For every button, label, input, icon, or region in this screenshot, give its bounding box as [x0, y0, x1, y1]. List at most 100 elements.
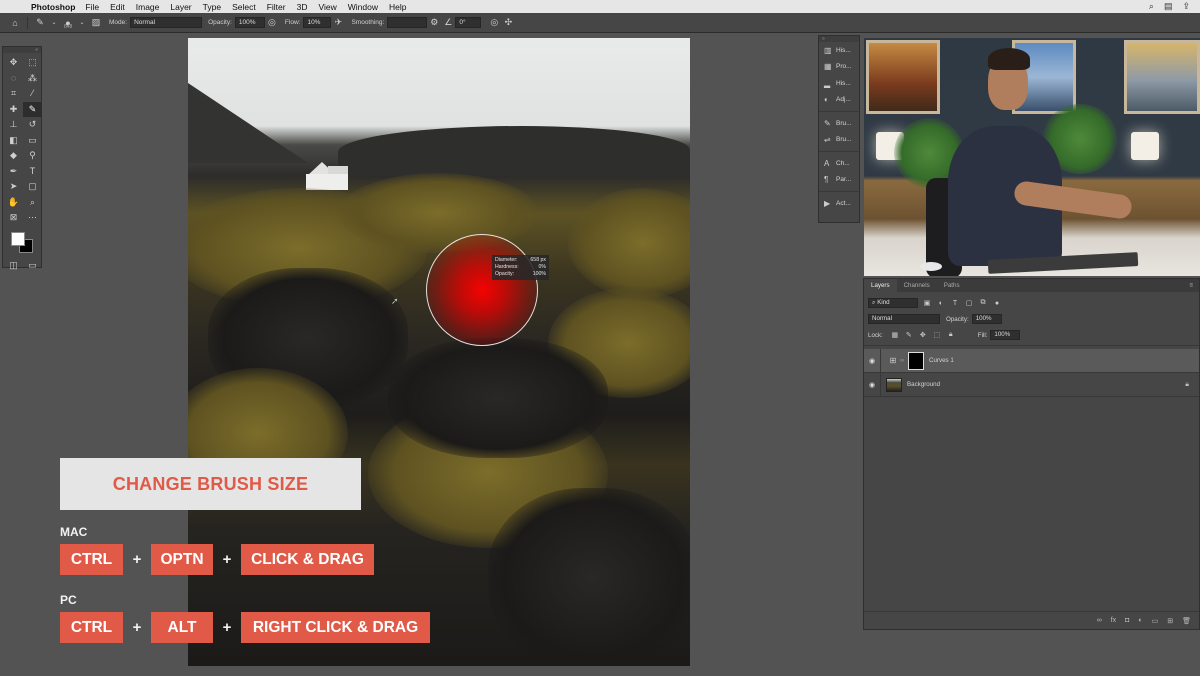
- flow-field[interactable]: 10%: [303, 17, 332, 28]
- menu-layer[interactable]: Layer: [170, 2, 191, 12]
- lock-position-icon[interactable]: ✥: [918, 331, 928, 339]
- share-icon[interactable]: ⇪: [1182, 1, 1190, 12]
- panel-paragraph[interactable]: ¶ Par...: [819, 172, 859, 189]
- dodge-tool-icon[interactable]: ⚲: [23, 148, 42, 164]
- layer-mask-thumbnail[interactable]: [908, 351, 924, 370]
- eraser-tool-icon[interactable]: ◧: [4, 133, 23, 149]
- hand-tool-icon[interactable]: ✋: [4, 195, 23, 211]
- pen-tool-icon[interactable]: ✒: [4, 164, 23, 180]
- foreground-color-swatch[interactable]: [11, 231, 25, 246]
- crop-tool-icon[interactable]: ⌗: [4, 86, 23, 102]
- eyedropper-tool-icon[interactable]: ⁄: [23, 86, 42, 102]
- panel-label: Bru...: [836, 119, 852, 127]
- trash-icon[interactable]: 🗑︎: [1182, 617, 1191, 625]
- menu-image[interactable]: Image: [136, 2, 160, 12]
- add-mask-icon[interactable]: ◘: [1125, 617, 1129, 624]
- layer-row-curves[interactable]: ◉ ⊞ ∞ Curves 1: [864, 348, 1199, 373]
- filter-adjustment-icon[interactable]: ◐: [936, 300, 946, 307]
- eye-icon[interactable]: ◉: [864, 357, 880, 365]
- lasso-tool-icon[interactable]: ◌: [4, 71, 23, 87]
- lock-artboard-icon[interactable]: ⬚: [932, 331, 942, 339]
- panel-histogram[interactable]: ▂ His...: [819, 75, 859, 92]
- menu-3d[interactable]: 3D: [297, 2, 308, 12]
- airbrush-icon[interactable]: ✈: [331, 17, 345, 28]
- layer-row-background[interactable]: ◉ Background 🔒︎: [864, 372, 1199, 397]
- menu-window[interactable]: Window: [348, 2, 378, 12]
- mode-select[interactable]: Normal: [130, 17, 203, 28]
- marquee-tool-icon[interactable]: ⬚: [23, 55, 42, 71]
- healing-brush-tool-icon[interactable]: ✚: [4, 102, 23, 118]
- new-layer-icon[interactable]: ⊞: [1167, 617, 1173, 625]
- zoom-tool-icon[interactable]: ⌕: [23, 195, 42, 211]
- blend-mode-select[interactable]: Normal: [868, 314, 940, 324]
- search-icon[interactable]: ⌕: [1149, 1, 1154, 12]
- gradient-tool-icon[interactable]: ▭: [23, 133, 42, 149]
- lock-all-icon[interactable]: 🔒︎: [946, 331, 956, 339]
- link-icon[interactable]: ∞: [900, 358, 908, 364]
- brush-preset-chevron-icon[interactable]: ⌄: [75, 19, 89, 26]
- filter-kind-select[interactable]: ⌕ Kind: [868, 298, 918, 308]
- panel-actions[interactable]: ▶ Act...: [819, 195, 859, 212]
- filter-smart-icon[interactable]: ⧉: [978, 299, 988, 307]
- smoothing-field[interactable]: [387, 17, 428, 28]
- filter-toggle-icon[interactable]: ●: [992, 300, 1002, 307]
- panel-character[interactable]: A Ch...: [819, 155, 859, 172]
- move-tool-icon[interactable]: ✥: [4, 55, 23, 71]
- app-menu[interactable]: Photoshop: [31, 2, 75, 12]
- link-layers-icon[interactable]: ∞: [1097, 617, 1102, 624]
- layer-opacity-field[interactable]: 100%: [971, 314, 1002, 324]
- pressure-size-icon[interactable]: ◎: [487, 17, 501, 28]
- tab-layers[interactable]: Layers: [864, 279, 897, 292]
- tool-preset-chevron-icon[interactable]: ⌄: [47, 19, 61, 26]
- lock-pixels-icon[interactable]: ✎: [904, 331, 914, 339]
- lock-transparency-icon[interactable]: ▦: [890, 331, 900, 339]
- history-brush-tool-icon[interactable]: ↺: [23, 117, 42, 133]
- filter-type-icon[interactable]: T: [950, 300, 960, 307]
- panel-brush-settings[interactable]: ⇌ Bru...: [819, 132, 859, 149]
- filter-pixel-icon[interactable]: ▣: [922, 299, 932, 307]
- workspace-icon[interactable]: ▤: [1164, 1, 1173, 12]
- menu-edit[interactable]: Edit: [110, 2, 125, 12]
- opacity-field[interactable]: 100%: [234, 17, 265, 28]
- menu-type[interactable]: Type: [203, 2, 221, 12]
- panel-properties[interactable]: ▦ Pro...: [819, 59, 859, 76]
- home-icon[interactable]: ⌂: [8, 18, 22, 28]
- menu-view[interactable]: View: [318, 2, 336, 12]
- clone-stamp-tool-icon[interactable]: ⊥: [4, 117, 23, 133]
- panel-history[interactable]: ▥ His...: [819, 42, 859, 59]
- panel-adjustments[interactable]: ◐ Adj...: [819, 92, 859, 109]
- path-select-tool-icon[interactable]: ➤: [4, 179, 23, 195]
- angle-field[interactable]: 0°: [455, 17, 482, 28]
- quick-mask-icon[interactable]: ◫: [4, 258, 23, 274]
- brush-settings-icon[interactable]: ▨: [89, 17, 103, 28]
- symmetry-icon[interactable]: ✣: [501, 17, 515, 28]
- new-group-icon[interactable]: ▭: [1152, 617, 1159, 625]
- panel-menu-icon[interactable]: ≡: [1189, 282, 1193, 289]
- brush-tool-icon[interactable]: ✎: [33, 17, 47, 28]
- shortcut-overlay: CHANGE BRUSH SIZE MAC CTRL + OPTN + CLIC…: [60, 458, 460, 648]
- gear-icon[interactable]: ⚙: [427, 17, 441, 28]
- menu-help[interactable]: Help: [389, 2, 406, 12]
- shape-tool-icon[interactable]: ▢: [23, 179, 42, 195]
- menu-filter[interactable]: Filter: [267, 2, 286, 12]
- menu-select[interactable]: Select: [232, 2, 256, 12]
- pressure-opacity-icon[interactable]: ◎: [265, 17, 279, 28]
- more-tools-icon[interactable]: ⋯: [23, 210, 42, 226]
- brush-tool-icon[interactable]: ✎: [23, 101, 42, 117]
- filter-shape-icon[interactable]: ▢: [964, 299, 974, 307]
- eye-icon[interactable]: ◉: [864, 381, 880, 389]
- fill-field[interactable]: 100%: [990, 330, 1021, 340]
- tab-paths[interactable]: Paths: [937, 279, 967, 292]
- quick-select-tool-icon[interactable]: ⁂: [23, 71, 42, 87]
- artboard-tool-icon[interactable]: ⊠: [4, 210, 23, 226]
- fx-icon[interactable]: fx: [1111, 617, 1116, 624]
- new-adjustment-icon[interactable]: ◐: [1138, 617, 1142, 624]
- type-tool-icon[interactable]: T: [23, 164, 42, 180]
- panel-brushes[interactable]: ✎ Bru...: [819, 115, 859, 132]
- menu-file[interactable]: File: [85, 2, 99, 12]
- tab-channels[interactable]: Channels: [897, 279, 937, 292]
- blur-tool-icon[interactable]: ◆: [4, 148, 23, 164]
- presenter-hair: [988, 48, 1030, 70]
- screen-mode-icon[interactable]: ▭: [23, 258, 42, 274]
- panel-label: Adj...: [836, 96, 851, 104]
